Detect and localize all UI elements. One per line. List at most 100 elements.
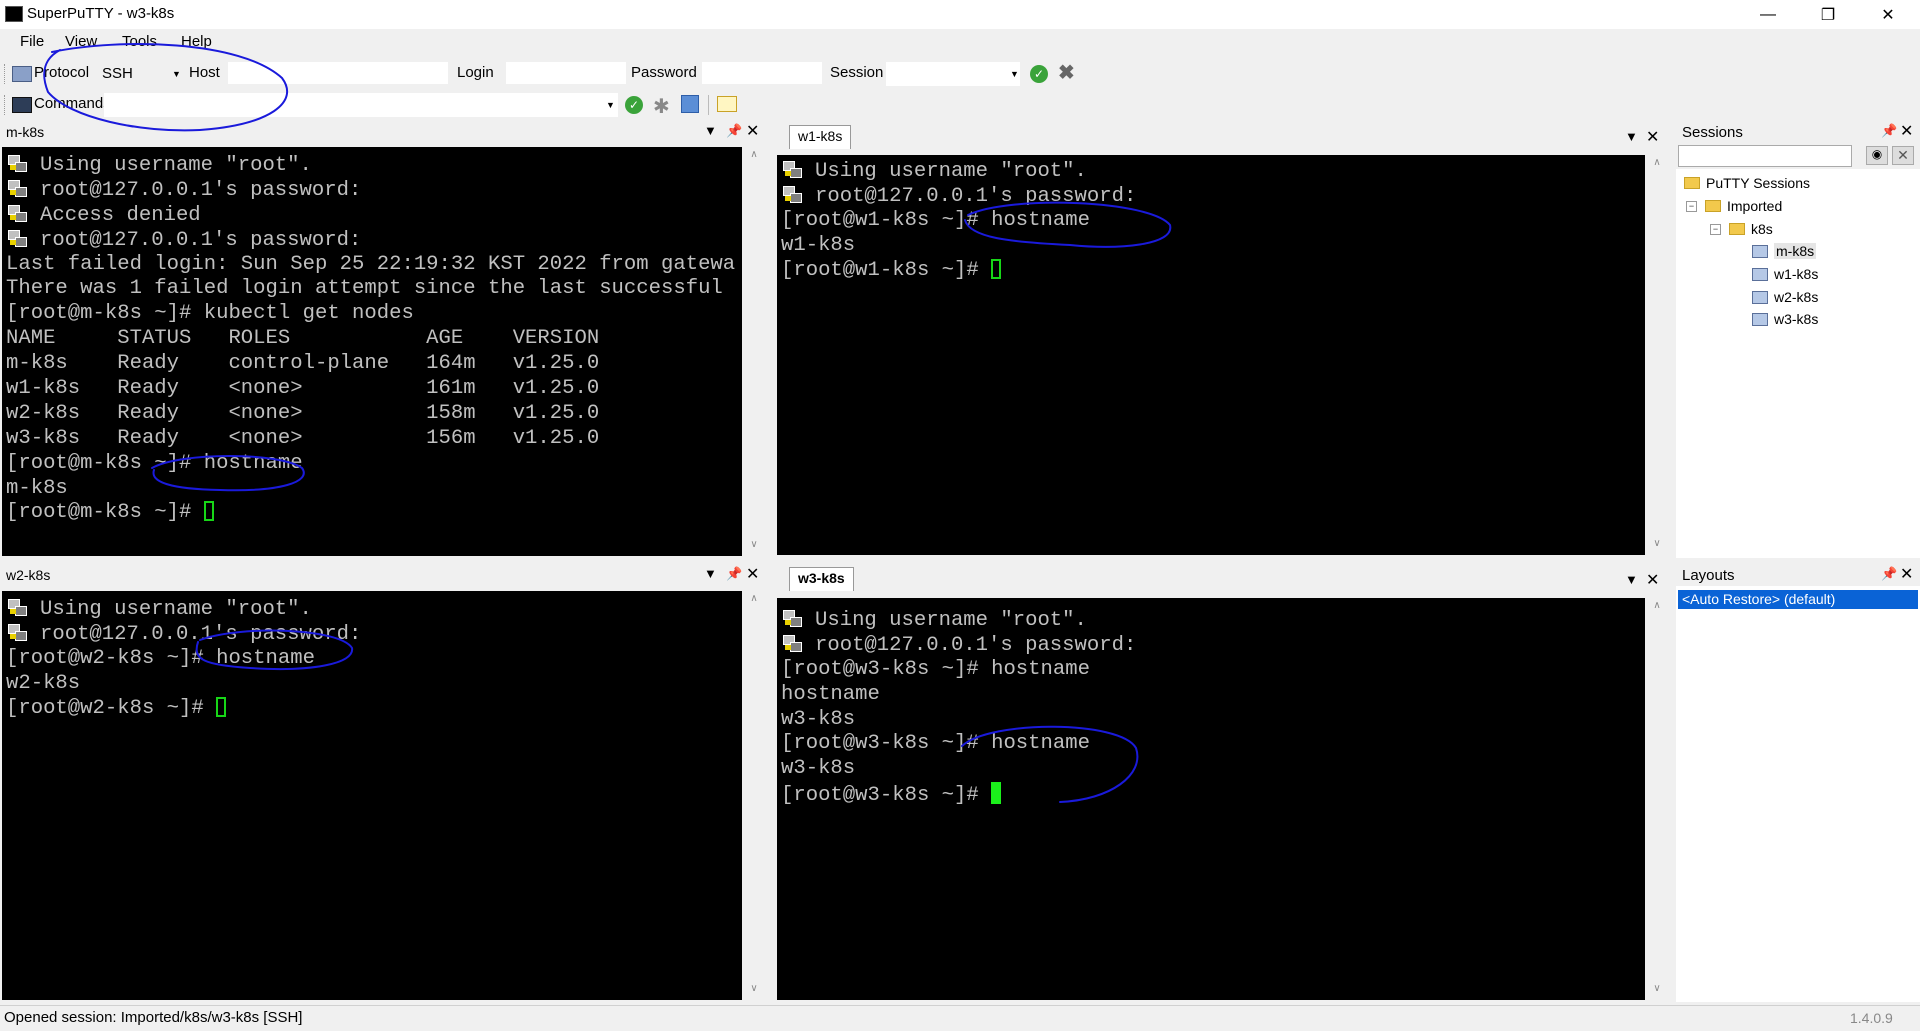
session-item-w1-k8s[interactable]: w1-k8s [1752, 266, 1818, 282]
scrollbar[interactable]: ∧ ∨ [744, 147, 764, 556]
terminal-output: Using username "root". root@127.0.0.1's p… [781, 159, 1136, 283]
panel-w3-k8s: w3-k8s ▼ ✕ Using username "root". root@12… [773, 564, 1673, 1002]
terminal-w3-k8s[interactable]: Using username "root". root@127.0.0.1's p… [777, 598, 1645, 1000]
chevron-down-icon: ▼ [1010, 69, 1019, 79]
session-item-w3-k8s[interactable]: w3-k8s [1752, 311, 1818, 327]
dropdown-icon[interactable]: ▼ [1625, 129, 1638, 144]
computer-icon [1752, 267, 1768, 281]
pin-icon[interactable]: 📌 [1881, 123, 1897, 139]
pin-icon[interactable]: 📌 [1881, 566, 1897, 582]
host-input[interactable] [228, 62, 448, 84]
restore-button[interactable]: ❐ [1805, 0, 1851, 29]
toolbar-separator [708, 95, 712, 115]
computer-icon [1752, 244, 1768, 258]
putty-key-icon [781, 608, 803, 628]
pin-icon[interactable]: 📌 [726, 123, 742, 139]
session-item-m-k8s[interactable]: m-k8s [1752, 243, 1817, 259]
terminal-line: Using username "root". [781, 159, 1136, 184]
terminal-line: [root@m-k8s ~]# kubectl get nodes [6, 302, 414, 326]
panel-header: m-k8s ▼ 📌 ✕ [0, 121, 766, 143]
connect-ok-icon[interactable]: ✓ [1030, 65, 1048, 83]
layouts-title: Layouts [1682, 567, 1735, 584]
terminal-line: w3-k8s [781, 707, 856, 731]
dropdown-icon[interactable]: ▼ [704, 566, 717, 581]
toolbar-grip[interactable] [4, 95, 8, 115]
terminal-line: root@127.0.0.1's password: [6, 178, 735, 203]
terminal-line: There was 1 failed login attempt since t… [6, 277, 723, 301]
scrollbar[interactable]: ∧ ∨ [744, 591, 764, 1000]
toolbar-grip[interactable] [4, 64, 8, 84]
terminal-output: Using username "root". root@127.0.0.1's p… [6, 153, 735, 526]
folder-icon [1684, 177, 1700, 189]
window-title: SuperPuTTY - w3-k8s [27, 5, 175, 22]
close-icon[interactable]: ✕ [1900, 121, 1913, 141]
terminal-output: Using username "root". root@127.0.0.1's p… [781, 608, 1136, 807]
status-text: Opened session: Imported/k8s/w3-k8s [SSH… [4, 1009, 303, 1026]
chevron-down-icon: ▼ [172, 69, 181, 79]
close-icon[interactable]: ✕ [1646, 570, 1659, 590]
session-select[interactable]: ▼ [886, 62, 1020, 86]
protocol-select[interactable]: SSH ▼ [96, 62, 184, 86]
tree-folder-k8s[interactable]: − k8s [1710, 221, 1773, 237]
login-input[interactable] [506, 62, 626, 84]
protocol-icon [12, 66, 32, 82]
session-filter-input[interactable] [1678, 145, 1852, 167]
terminal-w2-k8s[interactable]: Using username "root". root@127.0.0.1's p… [2, 591, 742, 1000]
terminal-line: root@127.0.0.1's password: [781, 633, 1136, 658]
close-button[interactable]: ✕ [1865, 0, 1911, 29]
refresh-icon[interactable] [681, 95, 699, 113]
title-bar: SuperPuTTY - w3-k8s — ❐ ✕ [0, 0, 1920, 29]
session-item-w2-k8s[interactable]: w2-k8s [1752, 289, 1818, 305]
connection-toolbar: Protocol SSH ▼ Host Login Password Sessi… [0, 59, 1920, 89]
terminal-cursor [216, 696, 227, 717]
terminal-line: [root@w1-k8s ~]# [781, 258, 1136, 284]
close-icon[interactable]: ✕ [1900, 564, 1913, 584]
close-icon[interactable]: ✕ [746, 564, 759, 584]
sessions-title: Sessions [1682, 124, 1743, 141]
terminal-w1-k8s[interactable]: Using username "root". root@127.0.0.1's p… [777, 155, 1645, 555]
menu-view[interactable]: View [65, 33, 97, 50]
commands-input[interactable]: ▼ [104, 93, 618, 117]
folder-icon [1705, 200, 1721, 212]
tab-w1-k8s[interactable]: w1-k8s [789, 125, 852, 149]
terminal-line: root@127.0.0.1's password: [6, 622, 361, 647]
password-input[interactable] [702, 62, 822, 84]
terminal-line: Using username "root". [6, 597, 361, 622]
terminal-line: w3-k8s [781, 757, 856, 781]
tree-folder-imported[interactable]: − Imported [1686, 198, 1782, 214]
chevron-down-icon: ▼ [606, 100, 615, 110]
menu-file[interactable]: File [20, 33, 44, 50]
scrollbar[interactable]: ∧ ∨ [1647, 598, 1667, 1000]
tree-root[interactable]: PuTTY Sessions [1684, 175, 1810, 191]
close-icon[interactable]: ✕ [1646, 127, 1659, 147]
close-icon[interactable]: ✕ [746, 121, 759, 141]
panel-title: w2-k8s [6, 567, 51, 583]
scrollbar[interactable]: ∧ ∨ [1647, 155, 1667, 555]
putty-key-icon [6, 622, 28, 642]
dropdown-icon[interactable]: ▼ [1625, 572, 1638, 587]
menu-help[interactable]: Help [181, 33, 212, 50]
menu-tools[interactable]: Tools [122, 33, 157, 50]
putty-key-icon [6, 228, 28, 248]
layout-item-auto-restore[interactable]: <Auto Restore> (default) [1678, 590, 1918, 609]
collapse-icon[interactable]: − [1686, 200, 1697, 212]
terminal-line: w3-k8s Ready <none> 156m v1.25.0 [6, 426, 600, 450]
tab-w3-k8s[interactable]: w3-k8s [789, 567, 854, 591]
asterisk-icon[interactable]: ✱ [653, 94, 670, 119]
dropdown-icon[interactable]: ▼ [704, 123, 717, 138]
terminal-m-k8s[interactable]: Using username "root". root@127.0.0.1's p… [2, 147, 742, 556]
edit-icon[interactable] [717, 96, 737, 112]
panel-title: m-k8s [6, 124, 45, 140]
sessions-panel: Sessions 📌 ✕ ◉ ✕ PuTTY Sessions − Importe… [1676, 121, 1920, 558]
clear-x-icon[interactable]: ✖ [1058, 63, 1075, 83]
terminal-line: w2-k8s Ready <none> 158m v1.25.0 [6, 401, 600, 425]
minimize-button[interactable]: — [1745, 0, 1791, 29]
pin-icon[interactable]: 📌 [726, 566, 742, 582]
binoculars-icon[interactable]: ◉ [1866, 146, 1888, 165]
terminal-line: w1-k8s [781, 233, 856, 257]
terminal-line: hostname [781, 682, 880, 706]
protocol-label: Protocol [34, 64, 90, 81]
clear-filter-icon[interactable]: ✕ [1892, 146, 1914, 165]
collapse-icon[interactable]: − [1710, 223, 1721, 235]
send-command-icon[interactable]: ✓ [625, 96, 643, 114]
